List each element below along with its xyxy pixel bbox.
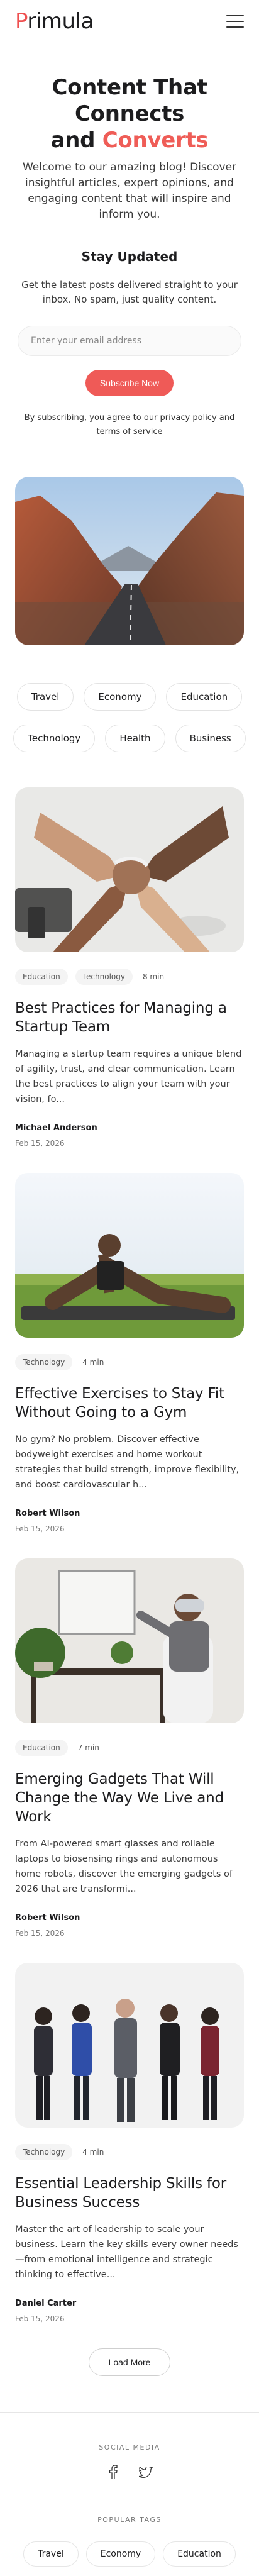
popular-tags: Travel Economy Education	[0, 2541, 259, 2567]
read-time: 4 min	[82, 1358, 104, 1367]
category-badge[interactable]: Technology	[15, 2144, 73, 2160]
category-badge[interactable]: Technology	[15, 1354, 73, 1370]
tag-business[interactable]: Business	[175, 724, 246, 752]
post-author: Robert Wilson	[15, 1913, 80, 1923]
logo[interactable]: Primula	[15, 9, 94, 34]
post-author: Robert Wilson	[15, 1509, 80, 1518]
post-meta: Education Technology 8 min	[15, 969, 244, 985]
tag-travel[interactable]: Travel	[16, 683, 74, 711]
hero-section: Content That Connects and Converts Welco…	[0, 43, 259, 439]
hero-title-and: and	[50, 128, 96, 153]
post-meta: Technology 4 min	[15, 2144, 244, 2160]
hero-image	[15, 477, 244, 645]
site-header: Primula	[0, 0, 259, 43]
post-title[interactable]: Emerging Gadgets That Will Change the Wa…	[15, 1770, 244, 1826]
post-title[interactable]: Effective Exercises to Stay Fit Without …	[15, 1384, 244, 1422]
post-date: Feb 15, 2026	[15, 1524, 65, 1533]
hero-title-line1: Content That Connects	[52, 75, 207, 126]
popular-tag-travel[interactable]: Travel	[23, 2541, 79, 2567]
logo-text: rimula	[27, 9, 94, 34]
tag-education[interactable]: Education	[166, 683, 243, 711]
newsletter-heading: Stay Updated	[81, 249, 178, 264]
social-heading: SOCIAL MEDIA	[99, 2443, 160, 2451]
topic-tags: Travel Economy Education Technology Heal…	[0, 683, 259, 752]
category-badge[interactable]: Technology	[75, 969, 133, 985]
email-field[interactable]: Enter your email address	[18, 326, 241, 356]
post-date: Feb 15, 2026	[15, 2314, 65, 2323]
category-badge[interactable]: Education	[15, 969, 68, 985]
post-title[interactable]: Best Practices for Managing a Startup Te…	[15, 999, 244, 1036]
post-image[interactable]	[15, 787, 244, 952]
hero-intro: Welcome to our amazing blog! Discover in…	[22, 161, 237, 221]
popular-tag-economy[interactable]: Economy	[85, 2541, 156, 2567]
category-badge[interactable]: Education	[15, 1740, 68, 1756]
hamburger-menu-icon[interactable]	[226, 15, 244, 28]
tag-row: Technology Health Business	[13, 724, 246, 752]
subscribe-button[interactable]: Subscribe Now	[85, 370, 174, 396]
tag-technology[interactable]: Technology	[13, 724, 96, 752]
post-author: Michael Anderson	[15, 1123, 97, 1133]
post-image[interactable]	[15, 1963, 244, 2128]
logo-initial: P	[15, 9, 28, 34]
tag-economy[interactable]: Economy	[84, 683, 157, 711]
popular-tags-heading: POPULAR TAGS	[97, 2516, 162, 2524]
post-image[interactable]	[15, 1173, 244, 1338]
load-more-button[interactable]: Load More	[89, 2348, 170, 2376]
post-meta: Education 7 min	[15, 1740, 244, 1756]
post-card[interactable]: Education 7 min Emerging Gadgets That Wi…	[15, 1558, 244, 1938]
hero-title: Content That Connects and Converts	[15, 74, 244, 153]
tag-health[interactable]: Health	[105, 724, 165, 752]
post-date: Feb 15, 2026	[15, 1929, 65, 1938]
post-author: Daniel Carter	[15, 2299, 77, 2308]
popular-tag-education[interactable]: Education	[163, 2541, 236, 2567]
hero-title-accent: Converts	[102, 128, 209, 153]
post-excerpt: From AI-powered smart glasses and rollab…	[15, 1839, 233, 1894]
post-card[interactable]: Technology 4 min Effective Exercises to …	[15, 1173, 244, 1533]
tag-row: Travel Economy Education	[16, 683, 243, 711]
privacy-note: By subscribing, you agree to our privacy…	[24, 413, 235, 436]
post-title[interactable]: Essential Leadership Skills for Business…	[15, 2174, 244, 2212]
twitter-icon[interactable]	[139, 2465, 153, 2479]
facebook-icon[interactable]	[106, 2465, 120, 2479]
social-links	[0, 2465, 259, 2479]
newsletter-subtext: Get the latest posts delivered straight …	[21, 279, 238, 305]
post-list: Education Technology 8 min Best Practice…	[0, 787, 259, 2323]
post-excerpt: Master the art of leadership to scale yo…	[15, 2224, 238, 2280]
post-date: Feb 15, 2026	[15, 1139, 65, 1148]
read-time: 8 min	[142, 972, 165, 981]
post-image[interactable]	[15, 1558, 244, 1723]
post-card[interactable]: Technology 4 min Essential Leadership Sk…	[15, 1963, 244, 2323]
post-meta: Technology 4 min	[15, 1354, 244, 1370]
post-excerpt: Managing a startup team requires a uniqu…	[15, 1049, 242, 1104]
post-card[interactable]: Education Technology 8 min Best Practice…	[15, 787, 244, 1148]
read-time: 4 min	[82, 2148, 104, 2157]
read-time: 7 min	[77, 1743, 99, 1752]
post-excerpt: No gym? No problem. Discover effective b…	[15, 1435, 240, 1490]
site-footer: SOCIAL MEDIA POPULAR TAGS Travel Economy…	[0, 2412, 259, 2567]
